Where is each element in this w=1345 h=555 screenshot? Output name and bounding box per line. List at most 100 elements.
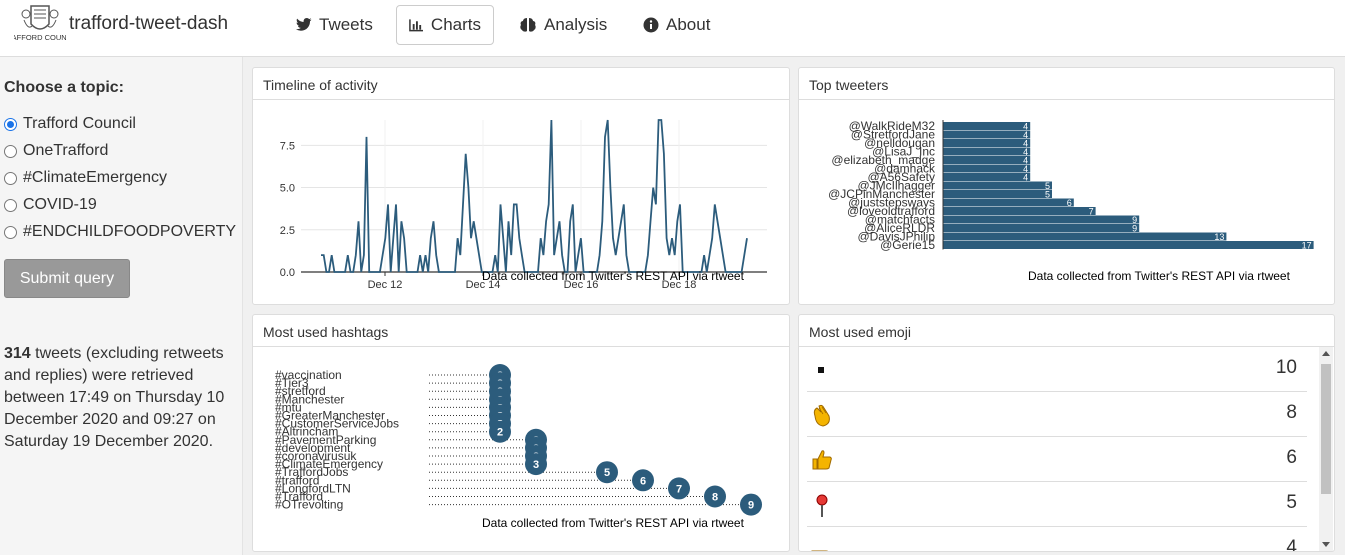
radio-button-selected[interactable] [4, 117, 17, 131]
app-brand[interactable]: trafford-tweet-dash [69, 13, 228, 35]
tweet-count: 314 [4, 345, 31, 362]
lollipop-value: 7 [676, 483, 682, 495]
clapping-hands-icon [813, 404, 830, 427]
bar [943, 232, 1227, 241]
y-tick-label: 2.5 [280, 225, 295, 237]
radio-endchildfoodpoverty[interactable]: #ENDCHILDFOODPOVERTY [4, 223, 236, 241]
submit-query-button[interactable]: Submit query [4, 259, 130, 298]
radio-button[interactable] [4, 171, 17, 185]
scroll-up-icon[interactable] [1322, 351, 1330, 356]
emoji-title: Most used emoji [799, 315, 1334, 347]
scroll-down-icon[interactable] [1322, 542, 1330, 547]
top-navbar: TRAFFORD COUNCIL trafford-tweet-dash Twe… [0, 0, 1345, 57]
radio-button[interactable] [4, 144, 17, 158]
tab-about[interactable]: About [630, 5, 723, 45]
tab-tweets-label: Tweets [319, 15, 373, 34]
twitter-icon [296, 18, 312, 31]
lollipop-value: 3 [533, 459, 539, 471]
bar [943, 122, 1031, 130]
emoji-row: 8 [807, 392, 1307, 437]
info-icon [643, 17, 659, 33]
emoji-count: 10 [1275, 357, 1297, 378]
radio-label: COVID-19 [23, 196, 97, 213]
bar-category-label: @Gerie15 [880, 238, 935, 252]
bar [943, 207, 1096, 215]
radio-label: OneTrafford [23, 142, 109, 159]
emoji-row: 6 [807, 437, 1307, 482]
lollipop-value: 6 [640, 475, 646, 487]
radio-label: #ENDCHILDFOODPOVERTY [23, 223, 237, 240]
logo-text: TRAFFORD COUNCIL [14, 33, 66, 42]
tab-charts-label: Charts [430, 15, 481, 34]
bar-value-label: 5 [1045, 190, 1050, 200]
x-tick-label: Dec 12 [368, 279, 403, 291]
emoji-panel: Most used emoji 10 8 6 5 4 [798, 314, 1335, 552]
emoji-count: 6 [1286, 447, 1297, 468]
emoji-row: 10 [807, 347, 1307, 392]
sidebar: Choose a topic: Trafford Council OneTraf… [0, 57, 243, 555]
topic-heading: Choose a topic: [4, 79, 125, 96]
tab-charts[interactable]: Charts [396, 5, 494, 45]
radio-covid-19[interactable]: COVID-19 [4, 196, 97, 214]
y-tick-label: 7.5 [280, 140, 295, 152]
emoji-count: 4 [1286, 537, 1297, 552]
thumbs-up-icon [812, 450, 832, 470]
small-square-icon [818, 367, 824, 373]
scrollbar-thumb[interactable] [1321, 364, 1331, 494]
bar [943, 241, 1314, 249]
radio-button[interactable] [4, 198, 17, 212]
bar-value-label: 17 [1302, 241, 1312, 251]
hashtags-title: Most used hashtags [253, 315, 789, 347]
bar [943, 198, 1074, 207]
radio-button[interactable] [4, 225, 17, 239]
summary-body: tweets (excluding retweets and replies) … [4, 345, 225, 450]
bar [943, 190, 1052, 198]
bar [943, 147, 1031, 156]
emoji-table[interactable]: 10 8 6 5 4 [799, 347, 1319, 552]
radio-label: Trafford Council [23, 115, 136, 132]
bar-value-label: 6 [1067, 198, 1072, 208]
round-pushpin-icon [816, 494, 828, 517]
bar [943, 173, 1031, 181]
bar [943, 224, 1140, 232]
hashtags-caption: Data collected from Twitter's REST API v… [482, 516, 744, 530]
timeline-caption: Data collected from Twitter's REST API v… [482, 269, 744, 283]
bar [943, 215, 1140, 224]
lollipop-value: 2 [497, 427, 503, 439]
bar [943, 164, 1031, 173]
emoji-count: 5 [1286, 492, 1297, 513]
y-tick-label: 5.0 [280, 183, 295, 195]
radio-trafford-council[interactable]: Trafford Council [4, 115, 136, 133]
lollipop-value: 5 [604, 467, 610, 479]
radio-label: #ClimateEmergency [23, 169, 168, 186]
bar-chart-icon [409, 19, 423, 32]
y-tick-label: 0.0 [280, 267, 295, 279]
emoji-scrollbar[interactable] [1319, 347, 1333, 551]
bar-value-label: 9 [1132, 224, 1137, 234]
trafford-council-logo: TRAFFORD COUNCIL [14, 5, 66, 42]
bar-value-label: 4 [1023, 173, 1028, 183]
brain-icon [520, 18, 536, 32]
bar [943, 130, 1031, 139]
tab-analysis-label: Analysis [544, 15, 608, 34]
timeline-panel: Timeline of activity 0.0 2.5 5.0 7.5 Dec 12 D… [252, 67, 790, 305]
radio-climate-emergency[interactable]: #ClimateEmergency [4, 169, 167, 187]
top-tweeters-caption: Data collected from Twitter's REST API v… [1028, 269, 1290, 283]
lollipop-value: 9 [748, 500, 754, 512]
hashtags-panel: Most used hashtags #vaccination #Tier3 #st… [252, 314, 790, 552]
timeline-title: Timeline of activity [253, 68, 789, 100]
hashtag-label: #OTrevolting [275, 498, 343, 512]
bar-value-label: 13 [1214, 232, 1224, 242]
top-tweeters-title: Top tweeters [799, 68, 1334, 100]
tab-about-label: About [666, 15, 711, 34]
emoji-row: 4 [807, 527, 1307, 552]
lollipop-value: 8 [712, 492, 718, 504]
summary-text: 314 tweets (excluding retweets and repli… [4, 343, 236, 453]
tab-analysis[interactable]: Analysis [506, 5, 620, 45]
radio-onetrafford[interactable]: OneTrafford [4, 142, 108, 160]
bar [943, 156, 1031, 164]
tab-tweets[interactable]: Tweets [283, 5, 386, 45]
top-tweeters-panel: Top tweeters 4 @WalkRideM32 4 @StretfordJan… [798, 67, 1335, 305]
bar [943, 139, 1031, 147]
bar [943, 181, 1052, 190]
